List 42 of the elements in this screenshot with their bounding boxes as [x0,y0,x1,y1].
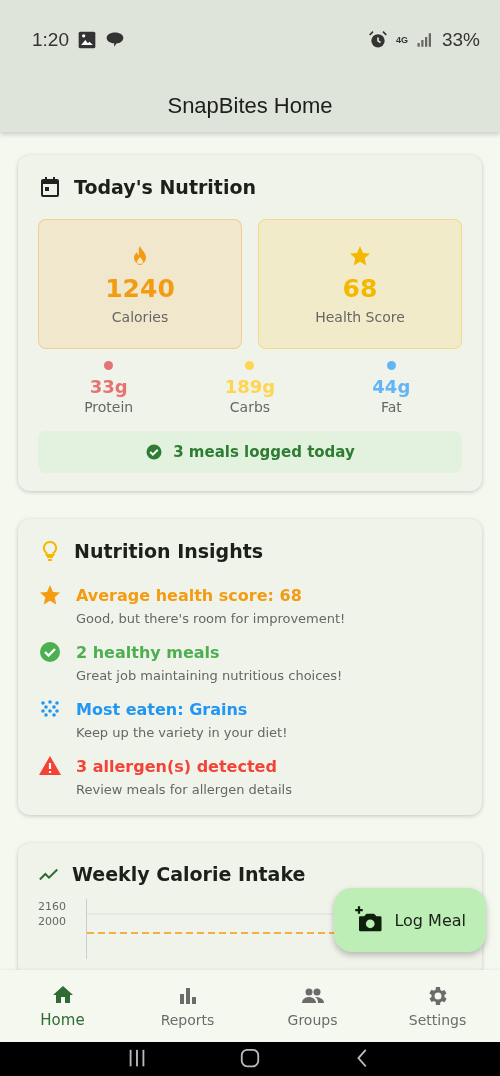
home-button-icon[interactable] [238,1048,262,1070]
nav-tab[interactable]: Groups [250,970,375,1042]
meals-logged-text: 3 meals logged today [173,443,355,461]
axis-label: 2000 [38,914,67,929]
stat-value: 68 [342,273,378,303]
card-title: Weekly Calorie Intake [72,863,306,885]
insight-title: 3 allergen(s) detected [76,756,278,776]
clock-time: 1:20 [32,29,69,51]
macro-label: Protein [84,399,134,415]
insight-detail: Keep up the variety in your diet! [76,725,289,740]
nav-tab[interactable]: Home [0,970,125,1042]
nav-tab[interactable]: Reports [125,970,250,1042]
macro-label: Fat [380,399,402,415]
check-circle-icon [145,443,164,461]
image-icon [77,30,97,50]
star-icon [38,583,62,607]
card-title: Today's Nutrition [74,176,257,198]
log-meal-button[interactable]: Log Meal [334,888,486,952]
insight-title: Average health score: 68 [76,585,303,605]
insight-detail: Review meals for allergen details [76,782,293,797]
battery-level: 33% [441,29,480,51]
insight-title: Most eaten: Grains [76,699,249,719]
macro-label: Carbs [229,399,271,415]
signal-icon [415,31,434,49]
stat-value: 1240 [105,273,175,303]
macro-value: 44g [372,376,411,397]
check-circle-icon [38,640,62,664]
axis-label: 2160 [38,899,67,914]
calendar-icon [38,175,62,199]
macro-value: 33g [89,376,128,397]
insight-detail: Good, but there's room for improvement! [76,611,347,626]
macro-value: 189g [224,376,276,397]
warning-icon [38,754,62,778]
stat-label: Calories [111,308,169,325]
network-type: 4G [395,35,408,45]
nav-tab[interactable]: Settings [375,970,500,1042]
alarm-icon [367,30,388,50]
card-title: Nutrition Insights [74,540,264,562]
app-title: SnapBites Home [167,93,333,119]
insight-detail: Great job maintaining nutritious choices! [76,668,344,683]
insight-title: 2 healthy meals [76,642,221,662]
stat-label: Health Score [315,308,405,325]
